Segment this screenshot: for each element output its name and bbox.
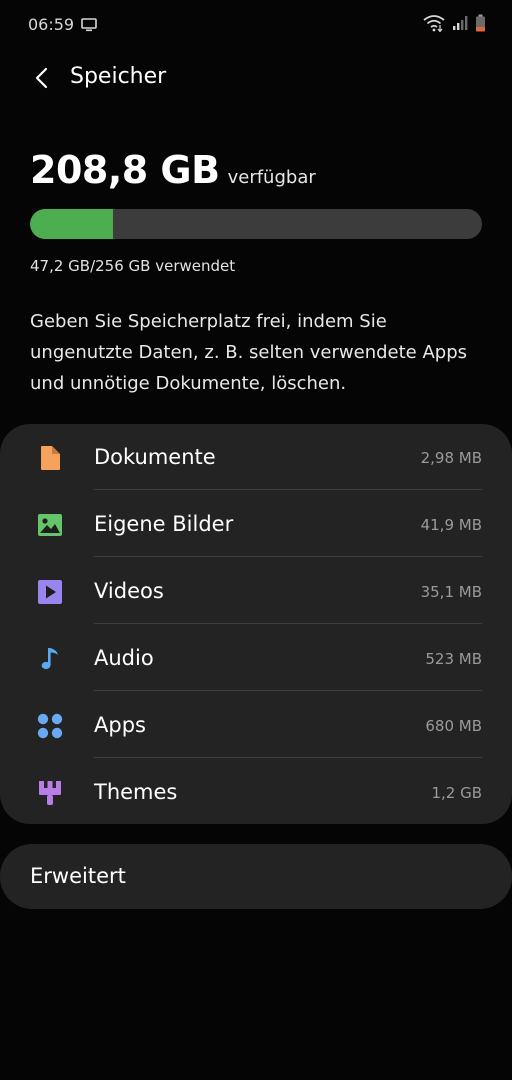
image-icon (36, 511, 64, 539)
free-space-value: 208,8 GB (30, 148, 220, 192)
video-play-icon (36, 578, 64, 606)
battery-icon (475, 14, 486, 36)
wifi-icon (423, 14, 445, 36)
signal-icon (452, 15, 468, 35)
storage-categories-card: Dokumente 2,98 MB Eigene Bilder 41,9 MB (0, 424, 512, 824)
free-space-summary: 208,8 GB verfügbar (30, 148, 316, 192)
divider (94, 690, 482, 691)
category-label: Eigene Bilder (94, 512, 234, 536)
back-button[interactable] (28, 62, 54, 94)
category-label: Apps (94, 713, 146, 737)
music-note-icon (36, 645, 64, 673)
storage-screen: 06:59 Speicher 208,8 GB verfügbar 47,2 G… (0, 0, 512, 1080)
back-arrow-icon (35, 67, 48, 89)
storage-usage-bar (30, 209, 482, 239)
status-time: 06:59 (28, 15, 75, 34)
storage-description: Geben Sie Speicherplatz frei, indem Sie … (30, 311, 467, 394)
storage-usage-fill (30, 209, 114, 239)
category-videos[interactable]: Videos 35,1 MB (0, 558, 512, 624)
page-title: Speicher (70, 64, 167, 89)
category-size: 680 MB (425, 717, 482, 735)
category-size: 523 MB (425, 650, 482, 668)
category-images[interactable]: Eigene Bilder 41,9 MB (0, 491, 512, 557)
document-icon (36, 444, 64, 472)
free-space-label: verfügbar (227, 167, 316, 188)
divider (94, 757, 482, 758)
advanced-button[interactable]: Erweitert (0, 844, 512, 909)
advanced-label: Erweitert (30, 864, 126, 888)
category-label: Audio (94, 646, 154, 670)
cast-icon (81, 17, 97, 32)
category-documents[interactable]: Dokumente 2,98 MB (0, 424, 512, 490)
category-size: 1,2 GB (431, 784, 482, 802)
category-apps[interactable]: Apps 680 MB (0, 692, 512, 758)
divider (94, 623, 482, 624)
category-label: Themes (94, 780, 178, 804)
category-audio[interactable]: Audio 523 MB (0, 625, 512, 691)
divider (94, 489, 482, 490)
apps-grid-icon (36, 712, 64, 740)
category-label: Dokumente (94, 445, 216, 469)
divider (94, 556, 482, 557)
paint-brush-icon (36, 779, 64, 807)
category-size: 35,1 MB (420, 583, 482, 601)
category-size: 41,9 MB (420, 516, 482, 534)
category-themes[interactable]: Themes 1,2 GB (0, 759, 512, 825)
status-bar: 06:59 (0, 0, 512, 50)
category-size: 2,98 MB (420, 449, 482, 467)
storage-used-text: 47,2 GB/256 GB verwendet (30, 257, 236, 275)
status-icons (423, 14, 486, 36)
category-label: Videos (94, 579, 164, 603)
